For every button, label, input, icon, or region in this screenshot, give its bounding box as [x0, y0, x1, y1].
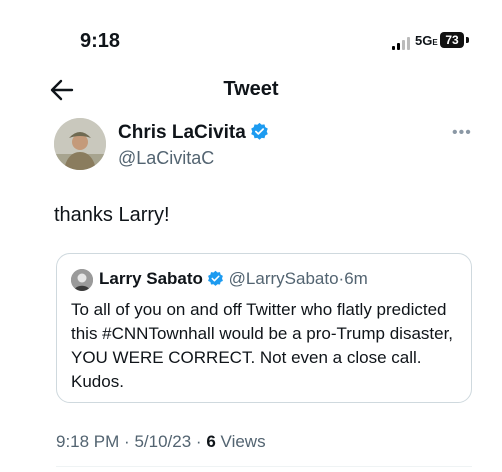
ellipsis-icon[interactable]: •••: [452, 124, 472, 142]
quoted-tweet[interactable]: Larry Sabato @LarrySabato·6m To all of y…: [56, 253, 472, 403]
quote-avatar: [71, 269, 93, 291]
author-name[interactable]: Chris LaCivita: [118, 122, 269, 144]
quote-text: To all of you on and off Twitter who fla…: [71, 300, 454, 391]
status-bar: 9:18 5GE 73: [0, 0, 502, 70]
battery-icon: 73: [440, 32, 464, 48]
author-handle[interactable]: @LaCivitaC: [118, 148, 214, 169]
verified-badge-icon: [250, 122, 268, 140]
top-nav: Tweet: [0, 70, 502, 110]
signal-icon: [392, 36, 412, 50]
views-label: Views: [220, 432, 266, 451]
verified-badge-icon: [208, 270, 223, 286]
quote-header: Larry Sabato @LarrySabato·6m: [99, 269, 368, 288]
status-time: 9:18: [80, 30, 121, 52]
quote-author-name: Larry Sabato: [99, 269, 203, 288]
divider: [56, 466, 472, 467]
page-title: Tweet: [223, 78, 279, 100]
avatar[interactable]: [54, 118, 106, 170]
views-count[interactable]: 6: [206, 432, 215, 451]
network-type: 5GE: [415, 33, 438, 48]
tweet-timestamp: 9:18 PM · 5/10/23 · 6 Views: [56, 432, 266, 451]
battery-tip: [466, 37, 469, 43]
quote-age: 6m: [344, 269, 368, 288]
quote-author-handle: @LarrySabato: [228, 269, 339, 288]
tweet-text: thanks Larry!: [54, 204, 170, 226]
